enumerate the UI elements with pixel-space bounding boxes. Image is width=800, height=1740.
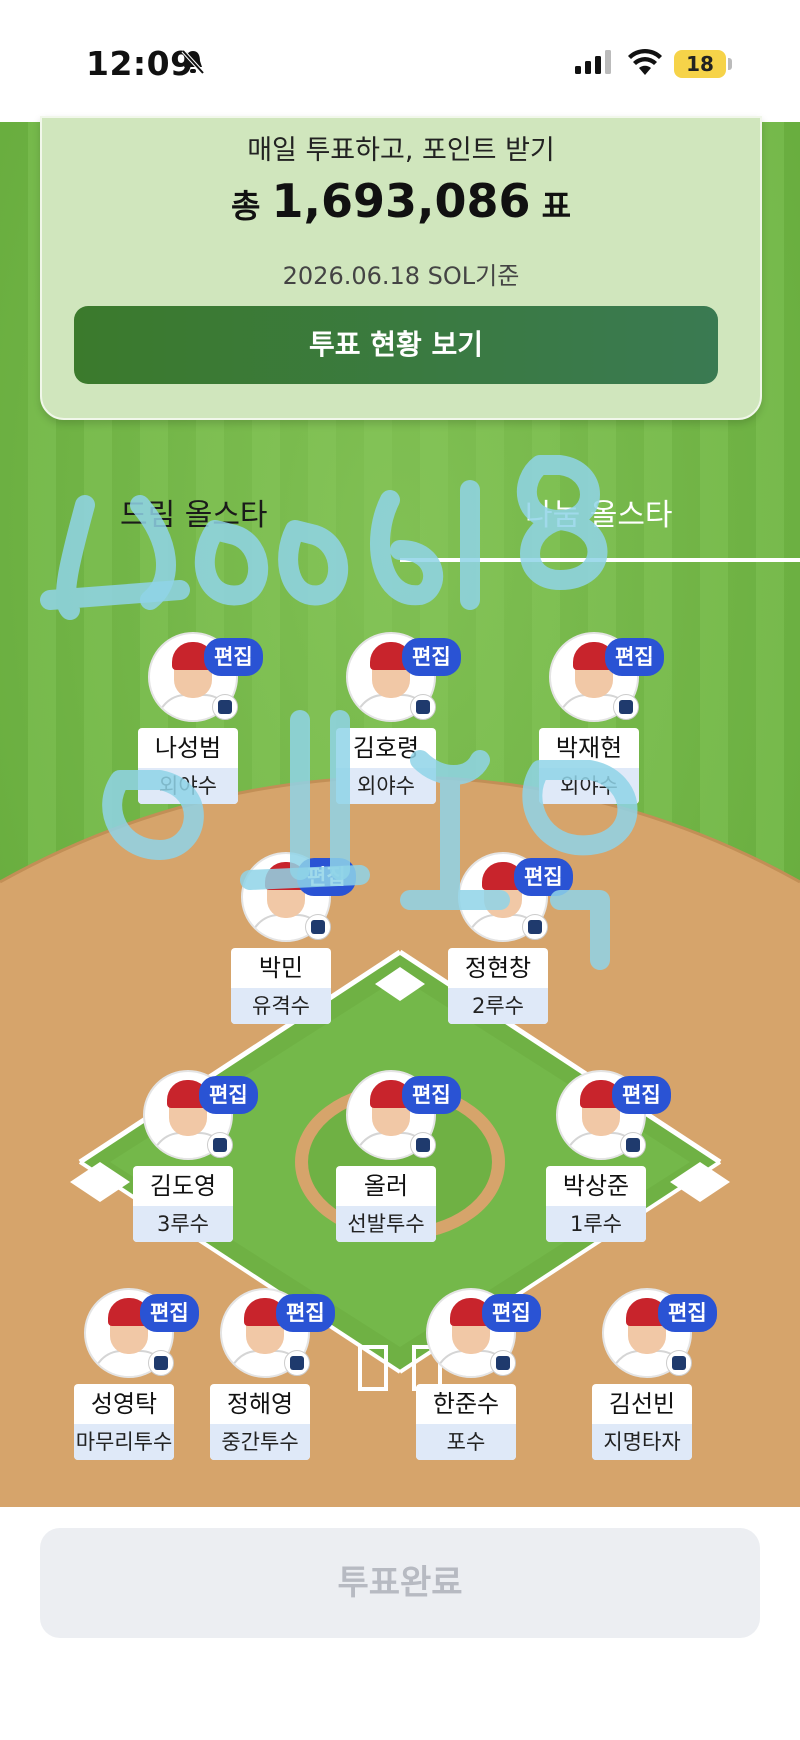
view-vote-status-button[interactable]: 투표 현황 보기 (74, 306, 718, 384)
team-logo-icon (410, 1132, 436, 1158)
player-name: 김선빈 (608, 1390, 676, 1418)
tab-dream-allstar[interactable]: 드림 올스타 (120, 490, 268, 534)
player-nametag: 나성범외야수 (138, 728, 238, 804)
player-nametag: 박민유격수 (231, 948, 331, 1024)
player-position: 지명타자 (592, 1424, 692, 1460)
player-nametag: 한준수포수 (416, 1384, 516, 1460)
player-name: 나성범 (154, 734, 222, 762)
vote-total-suffix: 표 (541, 187, 572, 225)
player-nametag: 김선빈지명타자 (592, 1384, 692, 1460)
player-position: 포수 (416, 1424, 516, 1460)
edit-player-button[interactable]: 편집 (204, 638, 263, 676)
vote-total-prefix: 총 (230, 187, 261, 225)
player-position: 외야수 (336, 768, 436, 804)
bell-muted-icon (181, 49, 205, 75)
vote-summary-card: 매일 투표하고, 포인트 받기 총 1,693,086 표 2026.06.18… (40, 116, 762, 420)
player-nametag: 성영탁마무리투수 (74, 1384, 174, 1460)
player-name: 한준수 (432, 1390, 500, 1418)
team-logo-icon (284, 1350, 310, 1376)
player-name: 박상준 (562, 1172, 630, 1200)
team-logo-icon (305, 914, 331, 940)
player-nametag: 김호령외야수 (336, 728, 436, 804)
status-time: 12:09 (86, 44, 194, 83)
player-position: 중간투수 (210, 1424, 310, 1460)
player-position: 3루수 (133, 1206, 233, 1242)
player-position: 외야수 (539, 768, 639, 804)
vote-headline: 매일 투표하고, 포인트 받기 (247, 135, 555, 166)
edit-player-button[interactable]: 편집 (402, 1076, 461, 1114)
player-position: 유격수 (231, 988, 331, 1024)
player-name: 올러 (363, 1172, 409, 1200)
status-bar: 12:09 18 (0, 0, 800, 122)
team-logo-icon (212, 694, 238, 720)
battery-indicator: 18 (674, 50, 726, 78)
vote-total-count: 1,693,086 (271, 174, 531, 228)
edit-player-button[interactable]: 편집 (605, 638, 664, 676)
edit-player-button[interactable]: 편집 (482, 1294, 541, 1332)
team-logo-icon (207, 1132, 233, 1158)
player-nametag: 정해영중간투수 (210, 1384, 310, 1460)
team-logo-icon (148, 1350, 174, 1376)
vote-total: 총 1,693,086 표 (42, 174, 760, 228)
team-logo-icon (613, 694, 639, 720)
player-position: 외야수 (138, 768, 238, 804)
edit-player-button[interactable]: 편집 (612, 1076, 671, 1114)
tab-nanum-allstar[interactable]: 나눔 올스타 (525, 490, 673, 534)
player-position: 선발투수 (336, 1206, 436, 1242)
player-position: 2루수 (448, 988, 548, 1024)
player-position: 1루수 (546, 1206, 646, 1242)
edit-player-button[interactable]: 편집 (276, 1294, 335, 1332)
battery-cap (728, 58, 732, 70)
edit-player-button[interactable]: 편집 (402, 638, 461, 676)
player-name: 성영탁 (90, 1390, 158, 1418)
team-logo-icon (620, 1132, 646, 1158)
player-name: 김호령 (352, 734, 420, 762)
player-name: 박재현 (555, 734, 623, 762)
player-name: 김도영 (149, 1172, 217, 1200)
edit-player-button[interactable]: 편집 (514, 858, 573, 896)
player-name: 박민 (258, 954, 304, 982)
cellular-signal-icon (575, 50, 611, 74)
edit-player-button[interactable]: 편집 (658, 1294, 717, 1332)
edit-player-button[interactable]: 편집 (140, 1294, 199, 1332)
player-nametag: 박재현외야수 (539, 728, 639, 804)
vote-as-of-date: 2026.06.18 SOL기준 (282, 262, 520, 290)
vote-complete-button[interactable]: 투표완료 (40, 1528, 760, 1638)
player-nametag: 정현창 2루수 (448, 948, 548, 1024)
player-name: 정현창 (464, 954, 532, 982)
tab-active-indicator (400, 558, 800, 562)
team-logo-icon (666, 1350, 692, 1376)
wifi-icon (628, 48, 662, 75)
player-nametag: 김도영 3루수 (133, 1166, 233, 1242)
edit-player-button[interactable]: 편집 (297, 858, 356, 896)
team-logo-icon (490, 1350, 516, 1376)
player-name: 정해영 (226, 1390, 294, 1418)
player-position: 마무리투수 (74, 1424, 174, 1460)
player-nametag: 박상준 1루수 (546, 1166, 646, 1242)
player-nametag: 올러선발투수 (336, 1166, 436, 1242)
team-logo-icon (410, 694, 436, 720)
team-logo-icon (522, 914, 548, 940)
edit-player-button[interactable]: 편집 (199, 1076, 258, 1114)
